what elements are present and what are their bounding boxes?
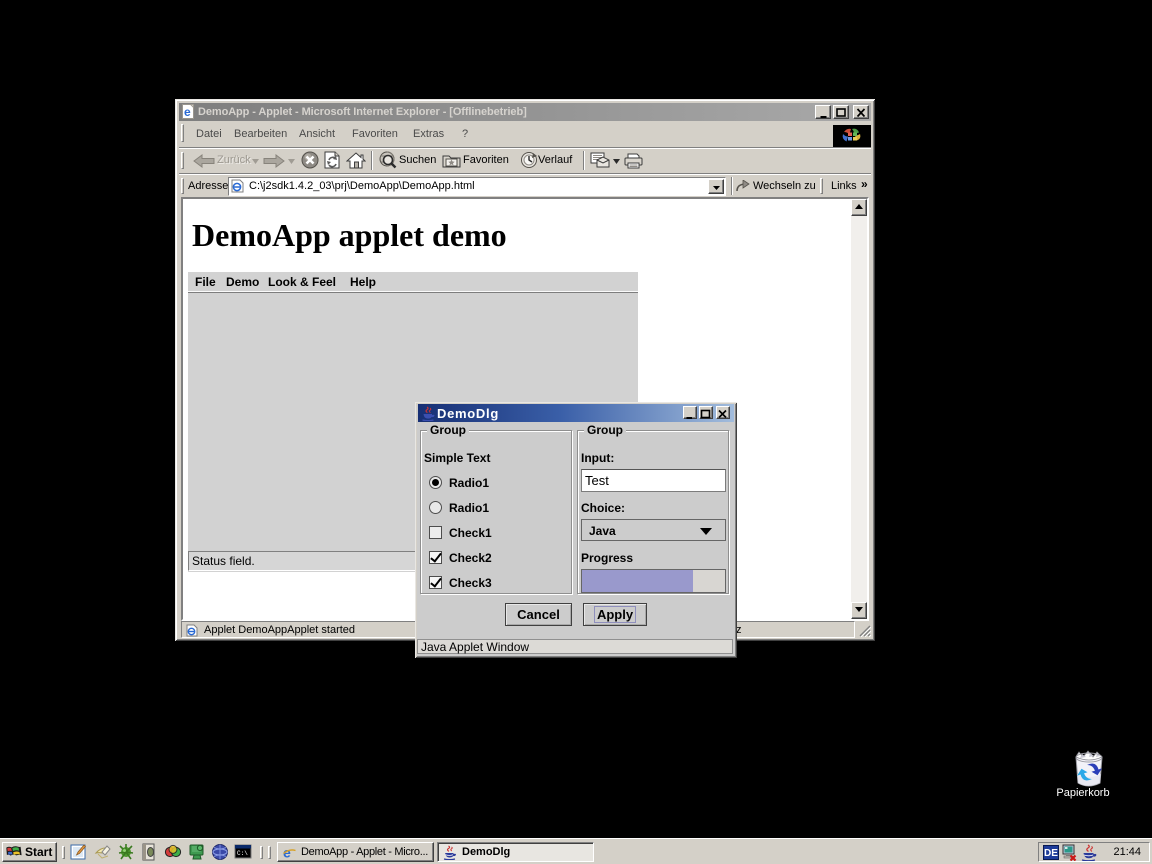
svg-text:e: e	[184, 105, 191, 119]
svg-text:C:\: C:\	[237, 850, 248, 857]
